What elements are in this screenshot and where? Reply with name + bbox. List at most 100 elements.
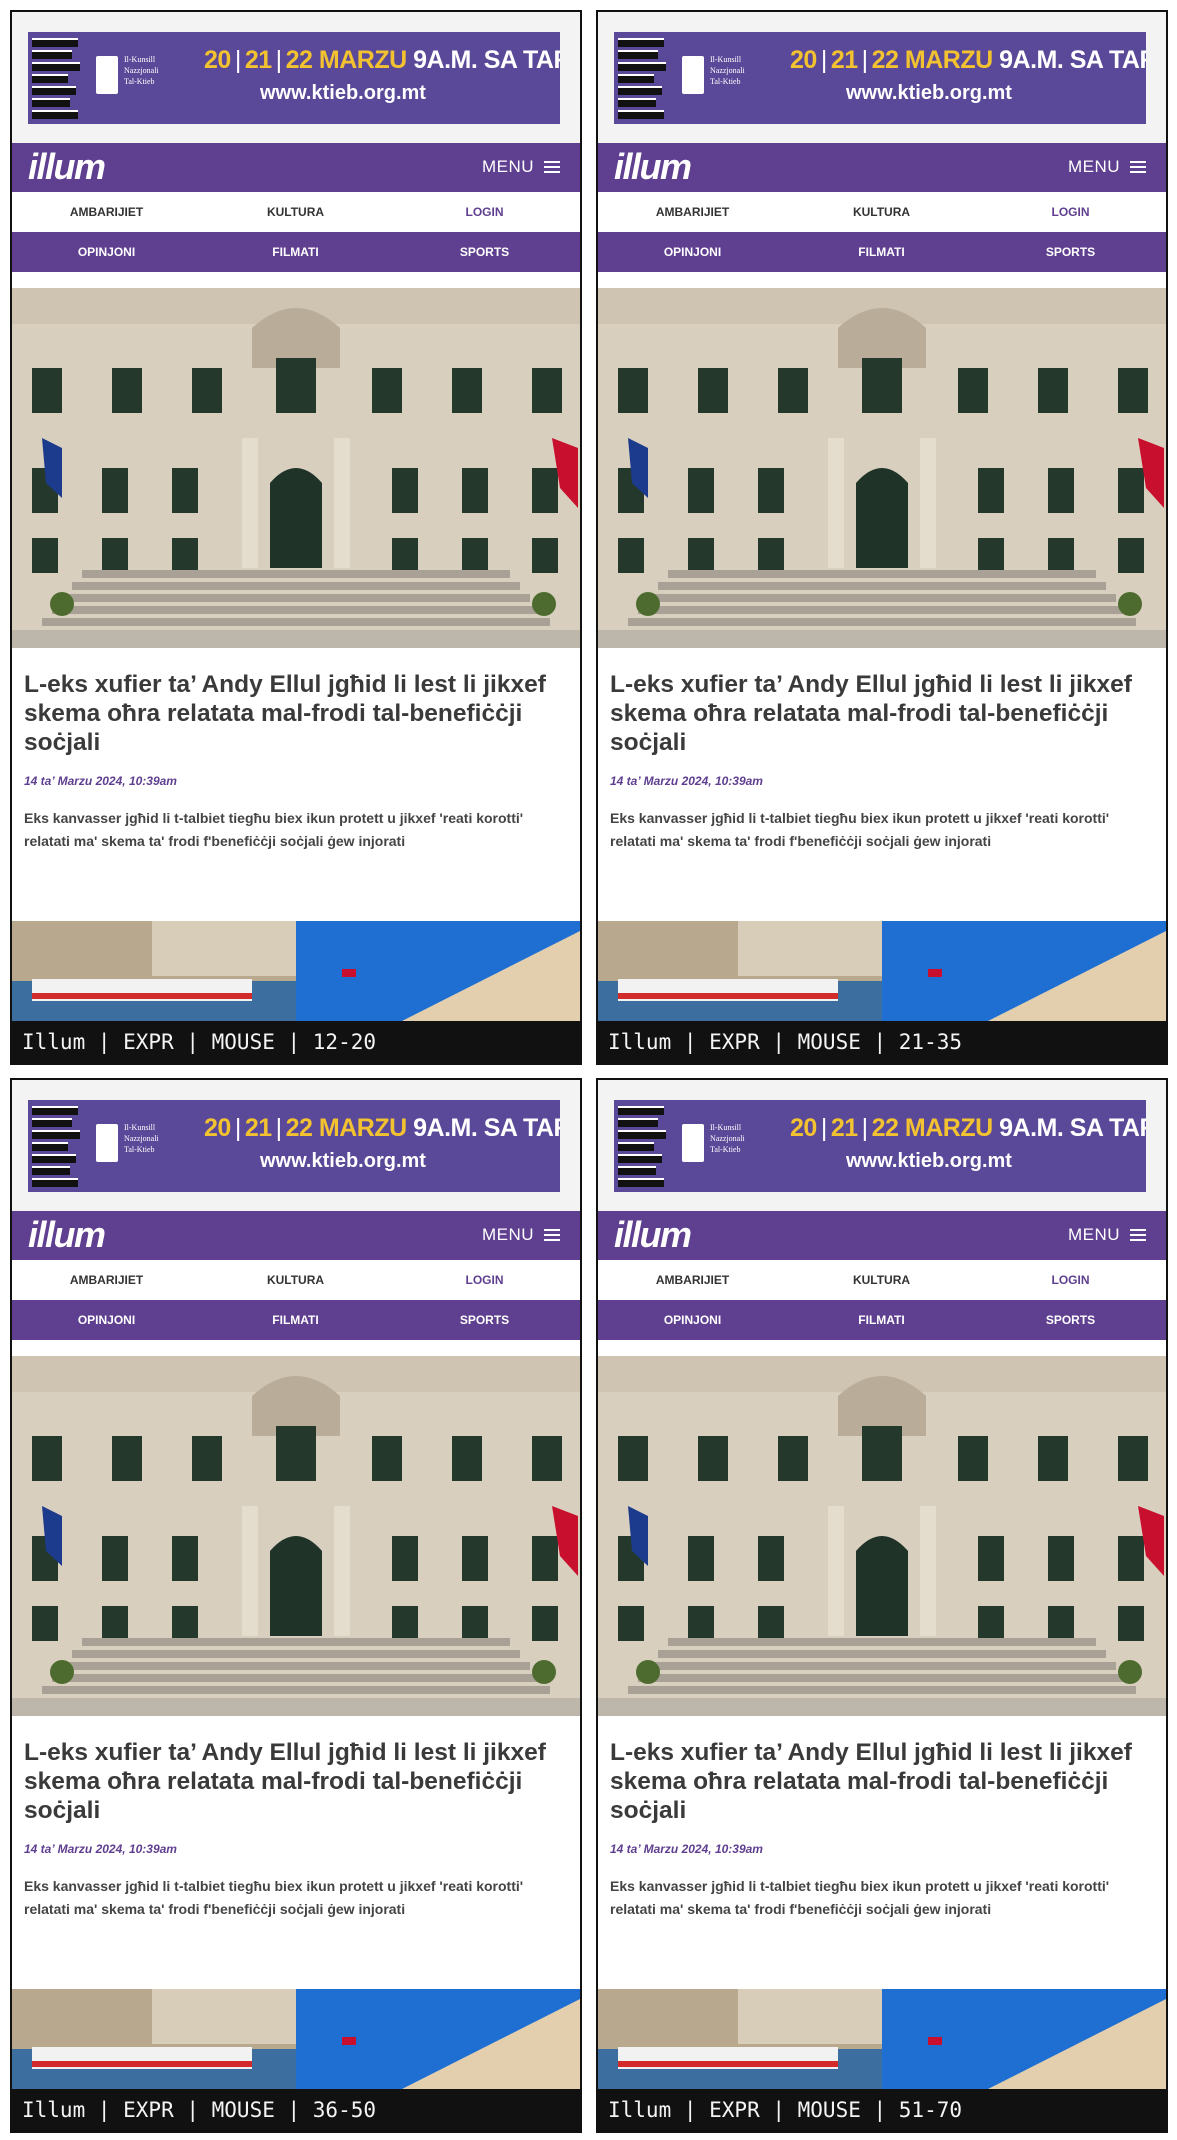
nav-sports[interactable]: SPORTS [976,232,1165,272]
menu-button[interactable]: MENU [482,1225,560,1245]
primary-nav: AMBARIJIET KULTURA LOGIN [12,1260,580,1300]
ad-org-line: Il-Kunsill [124,1123,156,1132]
books-stack-graphic [28,1100,88,1192]
harbour-photo-strip [12,921,580,1021]
ad-organisation: Il-Kunsill Nazzjonali Tal-Ktieb [124,1122,194,1155]
nav-ambarijiet[interactable]: AMBARIJIET [12,1260,201,1300]
book-shape [618,74,654,83]
article-headline[interactable]: L-eks xufier ta’ Andy Ellul jgħid li les… [24,1738,572,1825]
article-hero-image[interactable] [12,288,580,648]
book-fair-ad[interactable]: Il-Kunsill Nazzjonali Tal-Ktieb 20 | 21 | 22… [28,1100,560,1192]
ad-day: 20 [204,1114,231,1142]
ad-day: 21 [830,46,858,74]
book-shape [32,50,72,59]
site-header: illum MENU [12,1211,580,1260]
ad-month: MARZU [904,1114,993,1142]
ad-org-line: Nazzjonali [124,1134,159,1143]
nav-filmati[interactable]: FILMATI [787,232,976,272]
site-logo[interactable]: illum [28,146,106,188]
article-hero-image[interactable] [598,288,1166,648]
nav-ambarijiet[interactable]: AMBARIJIET [598,1260,787,1300]
ad-banner-area: Il-Kunsill Nazzjonali Tal-Ktieb 20 | 21 | 22… [12,12,580,143]
ad-day: 22 [871,46,899,74]
ad-time: 9A.M. SA TARD [999,46,1146,74]
site-header: illum MENU [598,1211,1166,1260]
next-article-images[interactable] [598,921,1166,1021]
ad-org-line: Nazzjonali [124,66,159,75]
next-article-images[interactable] [12,921,580,1021]
screenshot-panel: Il-Kunsill Nazzjonali Tal-Ktieb 20 | 21 | 22… [596,10,1168,1065]
site-logo[interactable]: illum [614,1214,692,1256]
secondary-nav: OPINJONI FILMATI SPORTS [598,1300,1166,1340]
nav-ambarijiet[interactable]: AMBARIJIET [598,192,787,232]
nav-filmati[interactable]: FILMATI [201,232,390,272]
nav-ambarijiet[interactable]: AMBARIJIET [12,192,201,232]
book-shape [618,1154,662,1163]
nav-kultura[interactable]: KULTURA [201,192,390,232]
harbour-photo-strip [598,1989,1166,2089]
ad-day: 20 [790,1114,817,1142]
menu-label: MENU [1067,1225,1120,1244]
palace-photo [12,288,580,648]
book-shape [32,1166,70,1175]
nav-login[interactable]: LOGIN [976,1260,1165,1300]
nav-login[interactable]: LOGIN [390,192,579,232]
harbour-photo-strip [598,921,1166,1021]
article-headline[interactable]: L-eks xufier ta’ Andy Ellul jgħid li les… [24,670,572,757]
nav-sports[interactable]: SPORTS [976,1300,1165,1340]
nav-kultura[interactable]: KULTURA [201,1260,390,1300]
palace-photo [598,288,1166,648]
nav-opinjoni[interactable]: OPINJONI [12,1300,201,1340]
ad-banner-area: Il-Kunsill Nazzjonali Tal-Ktieb 20 | 21 | 22… [598,1080,1166,1211]
book-shape [32,74,68,83]
book-shape [618,1166,656,1175]
screenshot-panel: Il-Kunsill Nazzjonali Tal-Ktieb 20 | 21 | 22… [10,1078,582,2133]
article-summary: Eks kanvasser jgħid li t-talbiet tiegħu … [24,1878,524,1917]
ad-dates: 20|21|22 MARZU 9A.M. SA TARD [204,46,560,75]
nav-sports[interactable]: SPORTS [390,1300,579,1340]
article-hero-image[interactable] [598,1356,1166,1716]
books-stack-graphic [614,1100,674,1192]
nav-login[interactable]: LOGIN [976,192,1165,232]
menu-button[interactable]: MENU [1068,157,1146,177]
next-article-images[interactable] [598,1989,1166,2089]
ad-organisation: Il-Kunsill Nazzjonali Tal-Ktieb [124,54,194,87]
site-logo[interactable]: illum [28,1214,106,1256]
nav-filmati[interactable]: FILMATI [201,1300,390,1340]
next-article-images[interactable] [12,1989,580,2089]
article-headline[interactable]: L-eks xufier ta’ Andy Ellul jgħid li les… [610,670,1158,757]
menu-button[interactable]: MENU [1068,1225,1146,1245]
nav-sports[interactable]: SPORTS [390,232,579,272]
ad-day: 20 [790,46,817,74]
ad-dates: 20|21|22 MARZU 9A.M. SA TARD [790,1114,1146,1143]
book-fair-ad[interactable]: Il-Kunsill Nazzjonali Tal-Ktieb 20 | 21 | 22… [614,32,1146,124]
site-logo[interactable]: illum [614,146,692,188]
ad-url: www.ktieb.org.mt [846,1150,1012,1172]
nav-opinjoni[interactable]: OPINJONI [598,232,787,272]
nav-kultura[interactable]: KULTURA [787,192,976,232]
ad-org-line: Nazzjonali [710,66,745,75]
book-fair-ad[interactable]: Il-Kunsill Nazzjonali Tal-Ktieb 20 | 21 | 22… [28,32,560,124]
nav-filmati[interactable]: FILMATI [787,1300,976,1340]
nav-kultura[interactable]: KULTURA [787,1260,976,1300]
ad-time: 9A.M. SA TARD [413,1114,560,1142]
ad-dates: 20|21|22 MARZU 9A.M. SA TARD [204,1114,560,1143]
book-icon [682,1124,704,1162]
menu-button[interactable]: MENU [482,157,560,177]
nav-opinjoni[interactable]: OPINJONI [12,232,201,272]
hamburger-icon [544,1229,560,1241]
ad-url: www.ktieb.org.mt [260,82,426,104]
article-headline[interactable]: L-eks xufier ta’ Andy Ellul jgħid li les… [610,1738,1158,1825]
article-hero-image[interactable] [12,1356,580,1716]
ad-month: MARZU [904,46,993,74]
ad-organisation: Il-Kunsill Nazzjonali Tal-Ktieb [710,1122,780,1155]
book-shape [618,1118,658,1127]
nav-login[interactable]: LOGIN [390,1260,579,1300]
article-summary: Eks kanvasser jgħid li t-talbiet tiegħu … [610,1878,1110,1917]
ad-org-line: Il-Kunsill [124,55,156,64]
book-fair-ad[interactable]: Il-Kunsill Nazzjonali Tal-Ktieb 20 | 21 | 22… [614,1100,1146,1192]
ad-day: 22 [285,46,313,74]
hamburger-icon [1130,1229,1146,1241]
site-header: illum MENU [598,143,1166,192]
nav-opinjoni[interactable]: OPINJONI [598,1300,787,1340]
